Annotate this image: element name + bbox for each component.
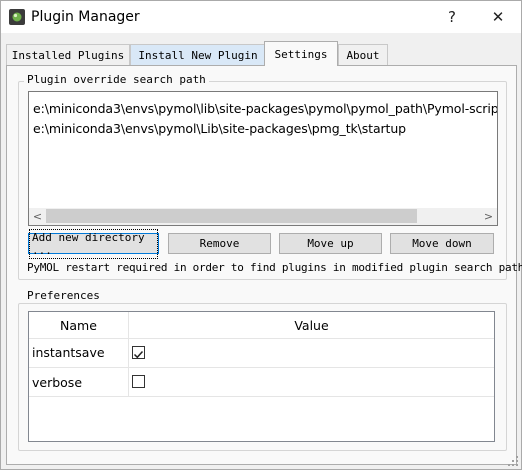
move-up-button[interactable]: Move up	[279, 233, 382, 254]
scrollbar-thumb[interactable]	[46, 209, 417, 223]
tab-install-new-plugin[interactable]: Install New Plugin	[130, 44, 266, 65]
preference-name-instantsave: instantsave	[32, 345, 105, 360]
search-path-group-title: Plugin override search path	[24, 73, 209, 86]
column-header-name[interactable]: Name	[29, 312, 128, 338]
row-divider	[29, 367, 494, 368]
pymol-app-icon	[9, 9, 25, 25]
checkmark-icon	[133, 350, 144, 359]
list-item[interactable]: e:\miniconda3\envs\pymol\Lib\site-packag…	[33, 121, 406, 136]
resize-grip-icon[interactable]	[507, 455, 519, 467]
verbose-checkbox[interactable]	[132, 375, 145, 388]
remove-button[interactable]: Remove	[168, 233, 271, 254]
scroll-left-icon[interactable]: <	[29, 208, 46, 225]
restart-note: PyMOL restart required in order to find …	[27, 261, 522, 274]
header-divider	[29, 338, 494, 339]
move-down-button[interactable]: Move down	[390, 233, 494, 254]
horizontal-scrollbar[interactable]: < >	[29, 208, 497, 225]
preference-name-verbose: verbose	[32, 375, 83, 390]
plugin-manager-window: Plugin Manager ? ✕ Installed Plugins Ins…	[0, 0, 522, 470]
row-divider	[29, 396, 494, 397]
tab-installed-plugins[interactable]: Installed Plugins	[6, 44, 130, 65]
column-header-value[interactable]: Value	[129, 312, 494, 338]
instantsave-checkbox[interactable]	[132, 346, 145, 359]
add-new-directory-button[interactable]: Add new directory ...	[28, 228, 159, 259]
scroll-right-icon[interactable]: >	[480, 208, 497, 225]
add-new-directory-label: Add new directory ...	[29, 228, 158, 259]
tab-settings[interactable]: Settings	[264, 41, 338, 66]
close-button[interactable]: ✕	[475, 1, 521, 33]
title-bar[interactable]: Plugin Manager ? ✕	[1, 1, 521, 33]
help-button[interactable]: ?	[429, 1, 475, 33]
preferences-table[interactable]: Name Value instantsave verbose	[28, 311, 495, 442]
tab-about[interactable]: About	[338, 44, 388, 65]
list-item[interactable]: e:\miniconda3\envs\pymol\lib\site-packag…	[33, 101, 497, 116]
window-title: Plugin Manager	[31, 9, 140, 25]
search-path-list[interactable]: e:\miniconda3\envs\pymol\lib\site-packag…	[28, 91, 498, 226]
column-divider	[128, 312, 129, 396]
preferences-group-title: Preferences	[24, 289, 103, 302]
